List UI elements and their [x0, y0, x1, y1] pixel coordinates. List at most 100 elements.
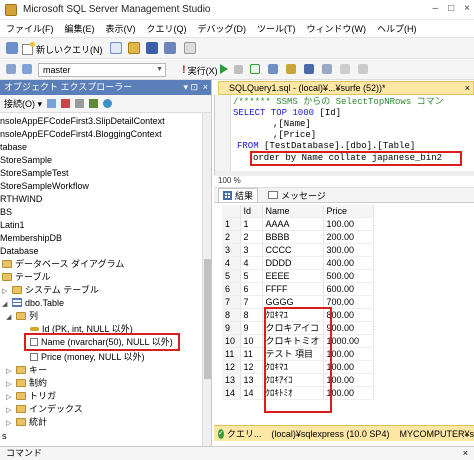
tree-statistics[interactable]: ▷ 統計	[6, 416, 47, 429]
debug-run-icon[interactable]	[220, 64, 228, 74]
menu-file[interactable]: ファイル(F)	[6, 22, 54, 35]
tree-db-diagrams[interactable]: データベース ダイアグラム	[2, 258, 124, 271]
tree-item[interactable]: s	[2, 430, 7, 443]
table-row[interactable]: 6 6 FFFF 600.00	[222, 282, 374, 296]
id-cell[interactable]: 11	[240, 347, 263, 361]
row-number-cell[interactable]: 14	[222, 386, 241, 400]
close-window-button[interactable]: ×	[464, 3, 470, 14]
tree-item[interactable]: tabase	[0, 141, 27, 154]
name-cell[interactable]: CCCC	[262, 243, 324, 257]
id-cell[interactable]: 7	[240, 295, 263, 309]
row-number-cell[interactable]: 12	[222, 360, 241, 374]
name-cell[interactable]: FFFF	[262, 282, 324, 296]
tree-item[interactable]: nsoleAppEFCodeFirst3.SlipDetailContext	[0, 115, 165, 128]
database-select[interactable]: master ▼	[38, 63, 166, 77]
menu-help[interactable]: ヘルプ(H)	[377, 22, 417, 35]
db-engine-query-icon[interactable]	[110, 42, 122, 54]
row-number-cell[interactable]: 11	[222, 347, 241, 361]
tree-constraints[interactable]: ▷ 制約	[6, 377, 47, 390]
refresh-icon[interactable]	[103, 99, 113, 108]
tree-item[interactable]: Database	[0, 245, 39, 258]
name-cell[interactable]: BBBB	[262, 230, 324, 244]
table-row[interactable]: 1 1 AAAA 100.00	[222, 217, 374, 231]
connect-icon[interactable]	[22, 64, 32, 74]
column-header-id[interactable]: Id	[240, 205, 263, 218]
scrollbar-thumb[interactable]	[204, 259, 211, 379]
tree-item[interactable]: MembershipDB	[0, 232, 62, 245]
row-number-cell[interactable]: 7	[222, 295, 241, 309]
minimize-button[interactable]: –	[433, 3, 439, 14]
id-cell[interactable]: 6	[240, 282, 263, 296]
tab-results[interactable]: 結果	[218, 188, 259, 202]
tree-system-tables[interactable]: ▷ システム テーブル	[2, 284, 99, 297]
menu-tools[interactable]: ツール(T)	[257, 22, 296, 35]
id-cell[interactable]: 5	[240, 269, 263, 283]
id-cell[interactable]: 2	[240, 230, 263, 244]
change-connection-icon[interactable]	[6, 64, 16, 74]
price-cell[interactable]: 600.00	[323, 282, 374, 296]
tab-sqlquery1[interactable]: SQLQuery1.sql - (local)¥...¥surfe (52))*…	[218, 81, 474, 95]
id-cell[interactable]: 14	[240, 386, 263, 400]
disconnect-icon[interactable]	[61, 99, 71, 108]
uncomment-icon[interactable]	[358, 64, 368, 74]
tree-keys[interactable]: ▷ キー	[6, 364, 47, 377]
tree-item[interactable]: BS	[0, 206, 12, 219]
menu-window[interactable]: ウィンドウ(W)	[307, 22, 367, 35]
zoom-level[interactable]: 100 %	[214, 176, 474, 186]
menu-edit[interactable]: 編集(E)	[65, 22, 95, 35]
id-cell[interactable]: 3	[240, 243, 263, 257]
back-icon[interactable]	[6, 42, 18, 54]
connect-dropdown[interactable]: 接続(O) ▾	[4, 97, 42, 110]
save-all-icon[interactable]	[164, 42, 176, 54]
open-file-icon[interactable]	[128, 42, 140, 54]
id-cell[interactable]: 12	[240, 360, 263, 374]
save-icon[interactable]	[146, 42, 158, 54]
collapse-icon[interactable]: ◢	[6, 311, 14, 324]
tree-item[interactable]: StoreSampleTest	[0, 167, 69, 180]
parse-icon[interactable]	[250, 64, 260, 74]
comment-icon[interactable]	[340, 64, 350, 74]
expand-icon[interactable]: ▷	[6, 417, 14, 430]
estimated-plan-icon[interactable]	[268, 64, 278, 74]
row-number-cell[interactable]: 9	[222, 321, 241, 335]
name-cell[interactable]: DDDD	[262, 256, 324, 270]
id-cell[interactable]: 13	[240, 373, 263, 387]
tree-item[interactable]: RTHWIND	[0, 193, 42, 206]
price-cell[interactable]: 100.00	[323, 217, 374, 231]
row-number-cell[interactable]: 8	[222, 308, 241, 322]
maximize-button[interactable]: □	[448, 3, 454, 14]
column-header-price[interactable]: Price	[323, 205, 374, 218]
table-row[interactable]: 2 2 BBBB 200.00	[222, 230, 374, 244]
name-cell[interactable]: AAAA	[262, 217, 324, 231]
tree-item[interactable]: Latin1	[0, 219, 25, 232]
row-number-cell[interactable]: 4	[222, 256, 241, 270]
table-row[interactable]: 5 5 EEEE 500.00	[222, 269, 374, 283]
menu-query[interactable]: クエリ(Q)	[147, 22, 187, 35]
cancel-query-icon[interactable]	[234, 65, 243, 74]
id-cell[interactable]: 10	[240, 334, 263, 348]
stop-icon[interactable]	[75, 99, 85, 108]
filter-icon[interactable]	[89, 99, 99, 108]
tree-tables[interactable]: テーブル	[2, 271, 50, 284]
activity-monitor-icon[interactable]	[184, 42, 196, 54]
table-row[interactable]: 3 3 CCCC 300.00	[222, 243, 374, 257]
connect-object-icon[interactable]	[47, 99, 57, 108]
results-to-text-icon[interactable]	[322, 64, 332, 74]
row-number-cell[interactable]: 13	[222, 373, 241, 387]
id-cell[interactable]: 9	[240, 321, 263, 335]
row-number-cell[interactable]: 3	[222, 243, 241, 257]
results-grid[interactable]: Id Name Price 1 1 AAAA 100.00 2 2 BBBB 200.00 3 3…	[214, 203, 474, 421]
close-icon[interactable]: ×	[203, 80, 208, 95]
object-explorer-scrollbar[interactable]	[202, 113, 211, 446]
tree-triggers[interactable]: ▷ トリガ	[6, 390, 56, 403]
menu-view[interactable]: 表示(V)	[106, 22, 136, 35]
new-query-button[interactable]: 新しいクエリ(N)	[22, 41, 103, 56]
id-cell[interactable]: 4	[240, 256, 263, 270]
tree-columns-folder[interactable]: ◢ 列	[6, 310, 38, 323]
tree-indexes[interactable]: ▷ インデックス	[6, 403, 83, 416]
row-number-cell[interactable]: 6	[222, 282, 241, 296]
id-cell[interactable]: 8	[240, 308, 263, 322]
tree-item[interactable]: StoreSampleWorkflow	[0, 180, 89, 193]
query-options-icon[interactable]	[286, 64, 296, 74]
id-cell[interactable]: 1	[240, 217, 263, 231]
